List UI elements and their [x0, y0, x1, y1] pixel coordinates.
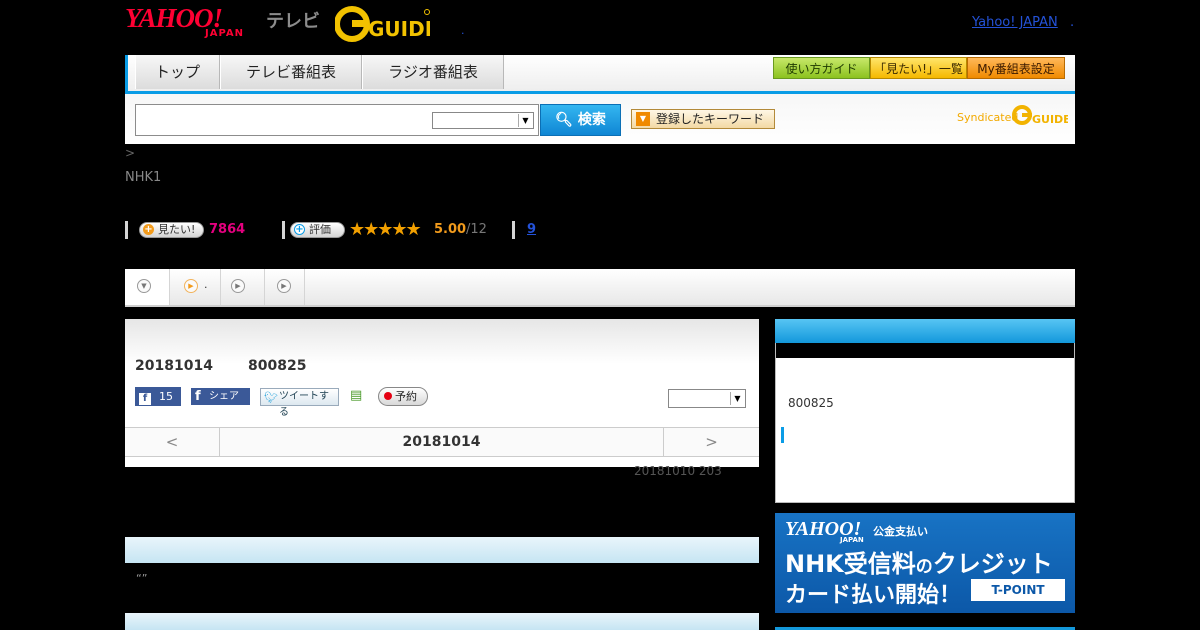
pager-date: 20181014: [402, 434, 481, 450]
want-button[interactable]: + 見たい!: [139, 222, 204, 238]
update-note: 20181010 203: [634, 464, 722, 478]
facebook-share-button[interactable]: f シェア: [191, 388, 250, 405]
banner-line1-main: NHK受信料: [785, 550, 916, 578]
facebook-share-label: シェア: [209, 391, 239, 402]
banner-public-payment: 公金支払い: [873, 525, 928, 538]
usage-guide-button[interactable]: 使い方ガイド: [773, 57, 870, 79]
search-icon: 🔍︎: [555, 112, 573, 128]
prev-date-button[interactable]: <: [125, 428, 220, 456]
stat-divider: [512, 221, 515, 239]
quote-text: “”: [136, 572, 148, 585]
program-id: 800825: [248, 358, 307, 374]
breadcrumb[interactable]: >: [125, 146, 135, 160]
section-header-band: [125, 537, 759, 563]
gguide-logo[interactable]: GUIDE: [335, 6, 430, 42]
dropdown-triangle-icon: ▼: [636, 112, 650, 126]
rate-button-label: 評価: [309, 223, 331, 236]
want-count: 7864: [209, 222, 246, 237]
banner-line1: NHK受信料のクレジット: [785, 544, 1053, 579]
facebook-like-count-value: 15: [159, 390, 173, 403]
record-dot-icon: [384, 392, 392, 400]
want-list-button[interactable]: 「見たい!」一覧: [870, 57, 967, 79]
review-count-link[interactable]: 9: [527, 222, 536, 237]
my-schedule-settings-button[interactable]: My番組表設定: [967, 57, 1065, 79]
search-button-label: 検索: [577, 112, 606, 128]
section-header-band: [125, 613, 759, 630]
play-icon: ▶: [231, 279, 245, 293]
facebook-icon: f: [195, 389, 201, 404]
tab-second-label: .: [204, 278, 208, 291]
tab-third[interactable]: ▶: [221, 269, 265, 305]
facebook-icon: f: [139, 393, 151, 405]
reserve-button-label: 予約: [395, 390, 417, 403]
next-date-button[interactable]: >: [663, 428, 759, 456]
header-dot: .: [461, 24, 465, 37]
stat-divider: [125, 221, 128, 239]
rating-stars: ★★★★★: [349, 219, 422, 240]
dropdown-arrow-icon: ▼: [730, 392, 744, 405]
banner-line2: カード払い開始！: [785, 583, 962, 608]
twitter-icon: 🐦︎: [264, 391, 278, 404]
search-category-select[interactable]: ▼: [432, 112, 534, 129]
side-panel-subheader: [776, 343, 1074, 358]
side-panel-header: [775, 319, 1075, 343]
banner-line1-tail: クレジット: [932, 550, 1053, 578]
tab-tv-schedule[interactable]: テレビ番組表: [220, 55, 362, 89]
want-button-label: 見たい!: [158, 223, 196, 236]
rating-total: /12: [466, 222, 487, 237]
yahoo-japan-link[interactable]: Yahoo! JAPAN: [972, 15, 1058, 30]
facebook-like-count[interactable]: f 15: [135, 387, 181, 406]
registered-keywords-button[interactable]: ▼ 登録したキーワード: [631, 109, 775, 129]
tab-second[interactable]: ▶ .: [170, 269, 221, 305]
yahoo-japan-logo-text: JAPAN: [205, 28, 244, 39]
dropdown-arrow-icon: ▼: [518, 114, 532, 127]
play-icon: ▶: [184, 279, 198, 293]
rate-button[interactable]: + 評価: [290, 222, 345, 238]
program-select[interactable]: ▼: [668, 389, 746, 408]
tab-top[interactable]: トップ: [135, 55, 220, 89]
program-date: 20181014: [135, 358, 213, 374]
tab-fourth[interactable]: ▶: [265, 269, 305, 305]
banner-line1-small: の: [915, 557, 933, 577]
chevron-down-icon: ▼: [137, 279, 151, 293]
tweet-button[interactable]: 🐦︎ ツイートする: [260, 388, 339, 418]
rating-score: 5.00: [434, 222, 467, 237]
header-link-dot: .: [1070, 15, 1075, 30]
add-list-icon[interactable]: ▤: [350, 388, 366, 404]
registered-keywords-label: 登録したキーワード: [656, 112, 765, 126]
tv-label: テレビ: [266, 11, 320, 32]
plus-icon: +: [294, 224, 305, 235]
plus-icon: +: [143, 224, 154, 235]
banner-japan-text: JAPAN: [840, 536, 864, 544]
syndicated-gguide-logo: GUIDE: [1012, 105, 1068, 126]
svg-text:GUIDE: GUIDE: [368, 17, 430, 41]
tab-info[interactable]: ▼: [125, 269, 170, 305]
syndicated-label: Syndicated: [957, 111, 1019, 124]
side-panel-program-id: 800825: [788, 396, 834, 410]
tab-radio-schedule[interactable]: ラジオ番組表: [362, 55, 504, 89]
stat-divider: [282, 221, 285, 239]
reserve-button[interactable]: 予約: [378, 387, 428, 406]
svg-text:GUIDE: GUIDE: [1032, 113, 1068, 126]
search-button[interactable]: 🔍︎ 検索: [540, 104, 621, 136]
side-panel-accent: [781, 427, 784, 443]
channel-name: NHK1: [125, 170, 162, 185]
play-icon: ▶: [277, 279, 291, 293]
tpoint-badge: T-POINT: [971, 579, 1065, 601]
